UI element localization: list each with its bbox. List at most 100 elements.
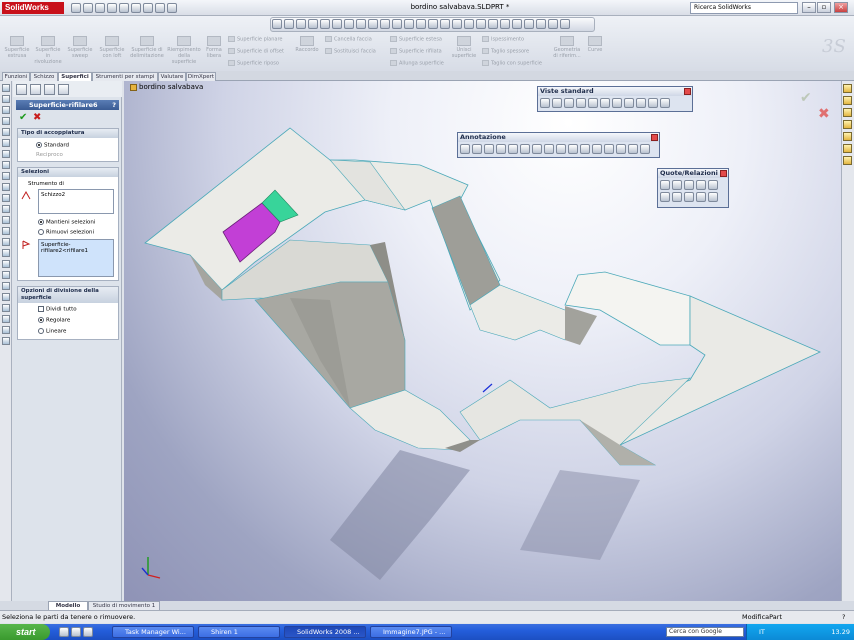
tab-studio-movimento[interactable]: Studio di movimento 1 [88, 601, 160, 610]
vertical-dim-icon[interactable] [684, 180, 694, 190]
repair-sketch-icon[interactable] [2, 271, 10, 279]
save-icon[interactable] [95, 3, 105, 13]
sketch-fillet-icon[interactable] [2, 183, 10, 191]
trim-entities-icon[interactable] [2, 216, 10, 224]
standard-views-icon[interactable] [344, 19, 354, 29]
ribbon-btn-boundary[interactable]: Superficie di delimitazione [130, 36, 164, 59]
radio-remove-selections[interactable]: Rimuovi selezioni [38, 229, 94, 236]
checkbox-split-all[interactable]: Dividi tutto [38, 306, 77, 313]
ribbon-offset[interactable]: Superficie di offset [228, 48, 284, 55]
ribbon-replace-face[interactable]: Sostituisci faccia [325, 48, 376, 55]
text-icon[interactable] [2, 326, 10, 334]
ribbon-extend[interactable]: Superficie estesa [390, 36, 442, 43]
feature-manager-icon[interactable] [16, 84, 27, 95]
hide-show-icon[interactable] [380, 19, 390, 29]
relations-icon[interactable] [2, 260, 10, 268]
area-hatch-icon[interactable] [580, 144, 590, 154]
help-icon[interactable]: ? [112, 100, 116, 110]
ribbon-surface-cut[interactable]: Taglio con superficie [482, 60, 542, 67]
datum-target-icon[interactable] [556, 144, 566, 154]
annotazione-header[interactable]: Annotazione [458, 133, 659, 142]
confirm-corner-icon[interactable]: ✔ [800, 90, 812, 106]
solidworks-logo[interactable]: SolidWorks [2, 2, 64, 14]
normal-to-icon[interactable] [540, 98, 550, 108]
line-icon[interactable] [2, 106, 10, 114]
ribbon-btn-sweep[interactable]: Superficie sweep [66, 36, 94, 59]
ribbon-btn-freeform[interactable]: Forma libera [204, 36, 224, 59]
note-icon[interactable] [472, 144, 482, 154]
angular-dim-icon[interactable] [708, 192, 718, 202]
arc-icon[interactable] [2, 139, 10, 147]
ribbon-btn-loft[interactable]: Superficie con loft [98, 36, 126, 59]
ribbon-trim[interactable]: Superficie rifilata [390, 48, 442, 55]
tab-modello[interactable]: Modello [48, 601, 88, 610]
tab-dimxpert[interactable]: DimXpert [186, 72, 216, 81]
new-icon[interactable] [71, 3, 81, 13]
section-view-icon[interactable] [368, 19, 378, 29]
zoom-selection-icon[interactable] [332, 19, 342, 29]
curvature-icon[interactable] [488, 19, 498, 29]
trim-type-header[interactable]: Tipo di accoppiatura [18, 129, 118, 138]
cancel-button[interactable]: ✖ [33, 112, 41, 123]
ribbon-btn-knit[interactable]: Unisci superficie [450, 36, 478, 59]
plane-icon[interactable] [524, 19, 534, 29]
view-palette-icon[interactable] [843, 132, 852, 141]
dimetric-icon[interactable] [648, 98, 658, 108]
fully-define-icon[interactable] [696, 192, 706, 202]
ordinate-dim-icon[interactable] [708, 180, 718, 190]
axis-icon[interactable] [536, 19, 546, 29]
tab-valutare[interactable]: Valutare [158, 72, 186, 81]
draft-icon[interactable] [512, 19, 522, 29]
selections-header[interactable]: Selezioni [18, 168, 118, 177]
flyout-tree-item[interactable]: bordino salvabava [130, 83, 203, 91]
auto-balloon-icon[interactable] [496, 144, 506, 154]
viste-standard-header[interactable]: Viste standard [538, 87, 692, 96]
maximize-button[interactable]: ▫ [817, 2, 831, 13]
close-button[interactable]: × [834, 2, 848, 13]
realview-icon[interactable] [476, 19, 486, 29]
clock[interactable]: 13.29 [831, 628, 850, 636]
surface-finish-icon[interactable] [508, 144, 518, 154]
ellipse-icon[interactable] [2, 293, 10, 301]
ribbon-planar[interactable]: Superficie planare [228, 36, 282, 43]
ribbon-untrim[interactable]: Allunga superficie [390, 60, 444, 67]
ribbon-ruled[interactable]: Superficie riposo [228, 60, 279, 67]
close-toolbar-icon[interactable] [684, 88, 691, 95]
taskbar-item-solidworks[interactable]: SolidWorks 2008 ... [284, 626, 366, 638]
split-options-header[interactable]: Opzioni di divisione della superficie [18, 287, 118, 303]
cancel-corner-icon[interactable]: ✖ [818, 106, 830, 122]
undo-icon[interactable] [119, 3, 129, 13]
geometric-tolerance-icon[interactable] [532, 144, 542, 154]
datum-feature-icon[interactable] [544, 144, 554, 154]
options-icon[interactable] [167, 3, 177, 13]
balloon-icon[interactable] [484, 144, 494, 154]
circle-icon[interactable] [2, 128, 10, 136]
ribbon-delete-face[interactable]: Cancella faccia [325, 36, 372, 43]
revision-symbol-icon[interactable] [640, 144, 650, 154]
resources-icon[interactable] [843, 84, 852, 93]
centerline-icon[interactable] [616, 144, 626, 154]
cosmetic-thread-icon[interactable] [628, 144, 638, 154]
search-solidworks-input[interactable]: Ricerca SolidWorks [690, 2, 798, 14]
google-search-input[interactable]: Cerca con Google [666, 627, 744, 637]
display-style-icon[interactable] [356, 19, 366, 29]
trim-tool-field[interactable]: Schizzo2 [38, 189, 114, 214]
pattern-icon[interactable] [2, 238, 10, 246]
radio-natural[interactable]: Regolare [38, 317, 70, 324]
search-icon[interactable] [843, 120, 852, 129]
pan-icon[interactable] [308, 19, 318, 29]
close-toolbar-icon[interactable] [720, 170, 727, 177]
tab-funzioni[interactable]: Funzioni [2, 72, 30, 81]
start-button[interactable]: start [0, 624, 50, 640]
dimxpert-manager-icon[interactable] [58, 84, 69, 95]
mirror-entities-icon[interactable] [2, 227, 10, 235]
rotate-icon[interactable] [320, 19, 330, 29]
appearance-icon[interactable] [392, 19, 402, 29]
close-toolbar-icon[interactable] [651, 134, 658, 141]
taskbar-item-immagine[interactable]: Immagine7.JPG - ... [370, 626, 452, 638]
status-help-icon[interactable]: ? [842, 611, 845, 623]
weld-symbol-icon[interactable] [520, 144, 530, 154]
custom-properties-icon[interactable] [843, 156, 852, 165]
center-mark-icon[interactable] [604, 144, 614, 154]
bottom-view-icon[interactable] [612, 98, 622, 108]
